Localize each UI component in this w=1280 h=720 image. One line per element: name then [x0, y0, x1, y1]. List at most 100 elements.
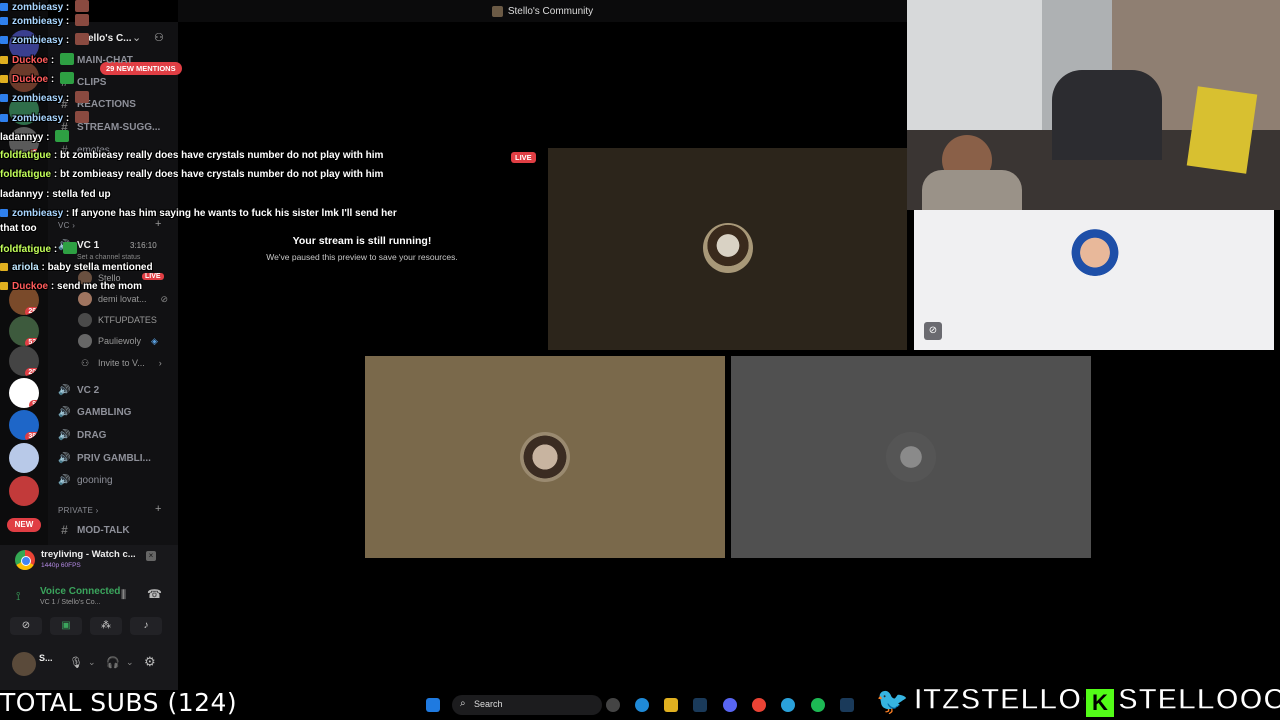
- new-badge[interactable]: NEW: [7, 518, 41, 532]
- live-badge: LIVE: [511, 152, 536, 163]
- voice-user[interactable]: demi lovat... ⊘: [78, 291, 168, 307]
- server-icon[interactable]: 206: [9, 346, 39, 376]
- avatar: [520, 432, 570, 482]
- emote: [60, 72, 75, 84]
- speaker-icon: 🔊: [58, 429, 71, 441]
- soundboard-icon[interactable]: ♪: [130, 617, 162, 635]
- voice-channel-gambling[interactable]: 🔊 GAMBLING: [58, 404, 131, 420]
- server-icon[interactable]: [9, 476, 39, 506]
- chat-message: foldfatigue : bt zombieasy really does h…: [0, 150, 384, 161]
- badge-icon: [0, 3, 8, 11]
- badge-icon: [0, 114, 8, 122]
- chat-message: zombieasy :: [0, 91, 90, 104]
- participant-tile[interactable]: [731, 356, 1091, 558]
- discord-icon[interactable]: [723, 698, 737, 712]
- chrome-icon: [15, 550, 35, 570]
- gear-icon[interactable]: ⚙: [144, 654, 156, 670]
- avatar: [703, 223, 753, 273]
- voice-connected-label: Voice Connected: [40, 586, 121, 597]
- spotify-icon[interactable]: [811, 698, 825, 712]
- badge-icon: [0, 36, 8, 44]
- category-vc[interactable]: VC ›: [58, 221, 75, 230]
- participant-tile[interactable]: [548, 148, 907, 350]
- shield-icon: ◈: [151, 335, 158, 346]
- server-icon[interactable]: [9, 443, 39, 473]
- kick-handle: STELLOOO: [1117, 682, 1280, 717]
- close-icon[interactable]: ×: [146, 551, 156, 561]
- folder-icon[interactable]: [664, 698, 678, 712]
- stream-card[interactable]: treyliving - Watch c... 1440p 60FPS ×: [8, 547, 170, 575]
- avatar: [886, 432, 936, 482]
- add-channel-icon[interactable]: +: [155, 503, 161, 515]
- voice-channel-vc2[interactable]: 🔊 VC 2: [58, 382, 99, 398]
- chat-message: zombieasy :: [0, 33, 90, 46]
- chat-message: foldfatigue :: [0, 242, 77, 255]
- avatar: [12, 652, 36, 676]
- edge-icon[interactable]: [635, 698, 649, 712]
- emote: [55, 130, 70, 142]
- disconnect-icon[interactable]: ☎: [147, 587, 162, 601]
- steam-icon[interactable]: [840, 698, 854, 712]
- current-user[interactable]: S... 🎙 ⌄ 🎧 ⌄ ⚙: [8, 650, 173, 678]
- category-private[interactable]: PRIVATE ›: [58, 506, 99, 515]
- chat-message: that too: [0, 223, 37, 234]
- voice-user[interactable]: KTFUPDATES: [78, 312, 157, 328]
- signal-icon: ⟟: [16, 589, 21, 603]
- channel-status-hint[interactable]: Set a channel status: [77, 254, 140, 261]
- webcam-feed: [907, 0, 1280, 210]
- camera-off-icon[interactable]: ⊘: [10, 617, 42, 635]
- chat-message: ladannyy :: [0, 130, 70, 143]
- chevron-down-icon[interactable]: ⌄: [88, 657, 96, 668]
- add-channel-icon[interactable]: +: [155, 218, 161, 230]
- participant-tile[interactable]: ⊘: [914, 210, 1274, 350]
- emote: [75, 111, 90, 123]
- stream-card-title: treyliving - Watch c...: [41, 549, 136, 560]
- emote: [75, 33, 90, 45]
- server-icon[interactable]: 525: [9, 316, 39, 346]
- emote: [75, 0, 90, 12]
- chat-message: Duckoe : send me the mom: [0, 281, 142, 292]
- stream-quality: 1440p 60FPS: [41, 562, 81, 569]
- voice-channel-drag[interactable]: 🔊 DRAG: [58, 427, 106, 443]
- speaker-icon: 🔊: [58, 474, 71, 486]
- stream-paused-subtitle: We've paused this preview to save your r…: [266, 252, 458, 262]
- chrome-icon[interactable]: [752, 698, 766, 712]
- start-icon[interactable]: [426, 698, 440, 712]
- mic-muted-icon: ⊘: [924, 322, 942, 340]
- mention-badge: 206: [25, 368, 39, 376]
- taskbar-search[interactable]: ⌕ Search: [452, 695, 602, 715]
- voice-connection[interactable]: ⟟ Voice Connected VC 1 / Stello's Co... …: [8, 585, 170, 611]
- server-icon[interactable]: 383: [9, 410, 39, 440]
- voice-user[interactable]: Pauliewoly ◈: [78, 333, 158, 349]
- emote: [75, 14, 90, 26]
- voice-channel-gooning[interactable]: 🔊 gooning: [58, 472, 112, 488]
- badge-icon: [0, 56, 8, 64]
- add-friend-icon[interactable]: ⚇: [154, 31, 164, 44]
- screen-share-icon[interactable]: ▣: [50, 617, 82, 635]
- invite-to-voice[interactable]: ⚇ Invite to V... ›: [78, 355, 162, 371]
- telegram-icon[interactable]: [781, 698, 795, 712]
- chevron-down-icon[interactable]: ⌄: [126, 657, 134, 668]
- mention-badge: 93: [29, 400, 39, 408]
- app-icon[interactable]: [606, 698, 620, 712]
- channel-mod-talk[interactable]: # MOD-TALK: [58, 522, 129, 538]
- voice-controls: ⊘ ▣ ⁂ ♪: [10, 617, 170, 637]
- server-icon: [491, 5, 503, 17]
- avatar: [78, 334, 92, 348]
- activities-icon[interactable]: ⁂: [90, 617, 122, 635]
- taskbar: ⌕ Search: [418, 690, 868, 720]
- steam-icon[interactable]: [693, 698, 707, 712]
- voice-channel-priv-gambling[interactable]: 🔊 PRIV GAMBLI...: [58, 450, 151, 466]
- speaker-icon: 🔊: [58, 406, 71, 418]
- badge-icon: [0, 263, 8, 271]
- participant-tile[interactable]: [365, 356, 725, 558]
- noise-suppression-icon[interactable]: ⫼: [121, 589, 126, 602]
- mention-badge: 383: [25, 432, 39, 440]
- social-handles: 🐦 ITZSTELLOO K STELLOOO: [872, 680, 1280, 720]
- twitter-icon: 🐦: [876, 686, 909, 716]
- badge-icon: [0, 209, 8, 217]
- server-icon[interactable]: 93: [9, 378, 39, 408]
- kick-icon: K: [1084, 687, 1116, 719]
- microphone-icon[interactable]: 🎙: [69, 656, 83, 669]
- headphones-icon[interactable]: 🎧: [106, 656, 120, 669]
